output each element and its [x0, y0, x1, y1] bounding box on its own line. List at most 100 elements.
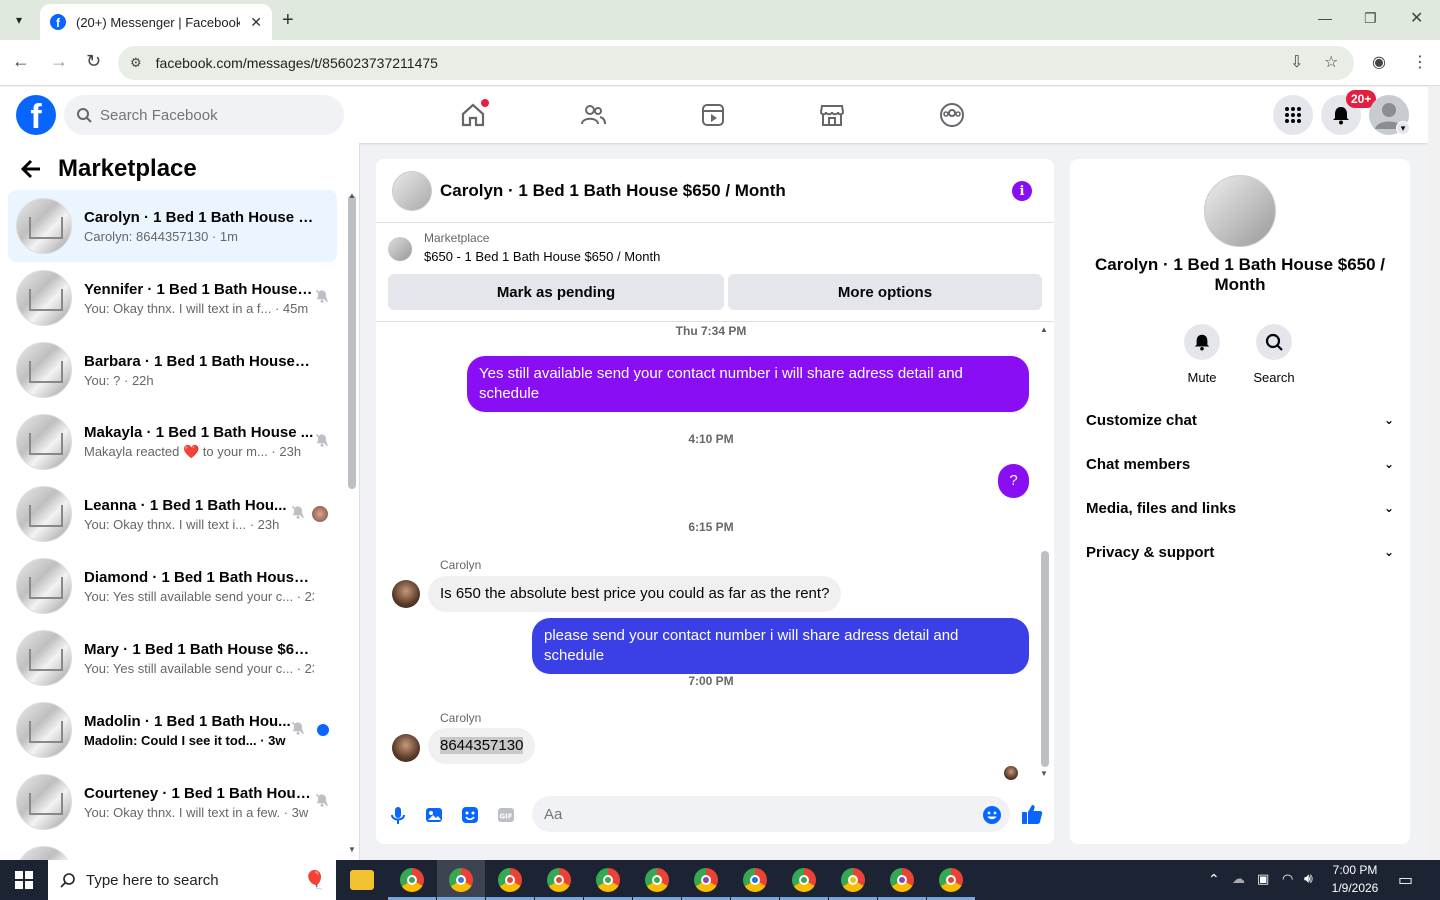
minimize-icon[interactable]: — [1318, 10, 1332, 26]
like-thumbs-up-icon[interactable] [1020, 802, 1044, 826]
conversation-item[interactable]: Courteney · 1 Bed 1 Bath Hous... You: Oka… [8, 766, 337, 838]
file-explorer-icon[interactable] [350, 870, 374, 890]
outgoing-message[interactable]: please send your contact number i will s… [532, 618, 1029, 674]
home-icon[interactable] [453, 99, 493, 131]
sender-avatar[interactable] [392, 734, 420, 762]
browser-tab[interactable]: f (20+) Messenger | Facebook ✕ [40, 4, 272, 40]
install-app-icon[interactable]: ⇩ [1290, 52, 1303, 72]
chat-scroll-up-icon[interactable]: ▲ [1040, 325, 1048, 334]
chrome-menu-icon[interactable]: ⋮ [1412, 52, 1428, 72]
incoming-message[interactable]: 8644357130 [428, 728, 536, 764]
chrome-profile-icon[interactable] [498, 868, 522, 892]
back-icon[interactable]: ← [12, 51, 30, 72]
mute-button[interactable]: Mute [1172, 324, 1232, 385]
facebook-search-input[interactable] [100, 106, 320, 124]
chat-scrollbar[interactable] [1041, 551, 1049, 767]
window-close-icon[interactable]: ✕ [1410, 8, 1423, 28]
gif-icon[interactable]: GIF [496, 805, 516, 825]
sender-avatar[interactable] [392, 580, 420, 608]
incoming-message[interactable]: Is 650 the absolute best price you could… [428, 576, 842, 612]
tray-chevron-up-icon[interactable]: ⌃ [1208, 871, 1220, 888]
mark-as-pending-button[interactable]: Mark as pending [388, 274, 724, 310]
customize-chat-section[interactable]: Customize chat ⌄ [1086, 398, 1394, 442]
reload-icon[interactable]: ↻ [86, 51, 101, 72]
facebook-search[interactable] [64, 95, 344, 135]
video-icon[interactable] [693, 99, 733, 131]
pinned-app-icon[interactable] [449, 868, 473, 892]
conversation-name: Leanna · 1 Bed 1 Bath Hou... [84, 496, 287, 514]
conversation-item[interactable]: Leanna · 1 Bed 1 Bath Hou... You: Okay th… [8, 478, 337, 550]
conversation-item[interactable]: Makayla · 1 Bed 1 Bath House ... Makayla … [8, 406, 337, 478]
chrome-profile-icon[interactable] [694, 868, 718, 892]
emoji-icon[interactable] [982, 805, 1002, 825]
tab-close-icon[interactable]: ✕ [250, 14, 262, 31]
conversation-item[interactable]: Diamond · 1 Bed 1 Bath House $... You: Ye… [8, 550, 337, 622]
bookmark-star-icon[interactable]: ☆ [1324, 52, 1338, 72]
facebook-logo[interactable]: f [16, 95, 56, 135]
conversation-item[interactable]: Mary · 1 Bed 1 Bath House $650 ... You: Y… [8, 622, 337, 694]
chat-avatar[interactable] [392, 170, 432, 211]
forward-icon[interactable]: → [50, 51, 68, 72]
marketplace-icon[interactable] [812, 99, 852, 131]
volume-icon[interactable]: 🔊︎ [1304, 870, 1313, 887]
chrome-profile-icon[interactable] [596, 868, 620, 892]
back-arrow-icon[interactable] [20, 158, 42, 180]
info-icon[interactable]: i [1012, 181, 1032, 201]
privacy-support-section[interactable]: Privacy & support ⌄ [1086, 530, 1394, 574]
groups-icon[interactable] [932, 99, 972, 131]
scroll-down-icon[interactable]: ▼ [348, 845, 356, 854]
conversation-item[interactable]: Carolyn · 1 Bed 1 Bath House $6... Caroly… [8, 190, 337, 262]
outgoing-message[interactable]: Yes still available send your contact nu… [467, 356, 1029, 412]
marketplace-listing[interactable]: Marketplace $650 - 1 Bed 1 Bath House $6… [388, 231, 660, 264]
conversation-item[interactable]: Yennifer · 1 Bed 1 Bath House ... You: Ok… [8, 262, 337, 334]
menu-grid-icon[interactable] [1273, 95, 1313, 135]
chat-title[interactable]: Carolyn · 1 Bed 1 Bath House $650 / Mont… [440, 181, 786, 201]
tab-search-dropdown-icon[interactable]: ▾ [6, 8, 32, 32]
chrome-profile-icon[interactable] [792, 868, 816, 892]
outgoing-message[interactable]: ? [998, 464, 1029, 498]
meet-now-icon[interactable]: ▣ [1257, 871, 1269, 887]
more-options-button[interactable]: More options [728, 274, 1042, 310]
sidebar-scrollbar[interactable] [348, 195, 356, 489]
clock[interactable]: 7:00 PM 1/9/2026 [1330, 863, 1380, 895]
chrome-profile-icon[interactable] [743, 868, 767, 892]
chrome-profile-icon[interactable] [547, 868, 571, 892]
conversation-item[interactable]: Barbara · 1 Bed 1 Bath House $6... You: ?… [8, 334, 337, 406]
chrome-profile-icon[interactable] [890, 868, 914, 892]
account-chevron-down-icon[interactable]: ▾ [1396, 121, 1410, 135]
chat-members-section[interactable]: Chat members ⌄ [1086, 442, 1394, 486]
conversation-item[interactable]: Deena · 1 Bed 1 Bath House $... [8, 838, 337, 860]
new-tab-icon[interactable]: + [282, 9, 294, 32]
chrome-profile-icon[interactable] [400, 868, 424, 892]
conversation-item[interactable]: Madolin · 1 Bed 1 Bath Hou... Madolin: Co… [8, 694, 337, 766]
wifi-icon[interactable]: ◠ [1282, 871, 1293, 887]
chrome-profile-icon[interactable] [841, 868, 865, 892]
muted-bell-icon [314, 432, 330, 448]
media-files-links-section[interactable]: Media, files and links ⌄ [1086, 486, 1394, 530]
page-scrollbar[interactable] [1428, 87, 1440, 860]
conversation-avatar[interactable] [1204, 175, 1276, 247]
chrome-profile-icon[interactable] [939, 868, 963, 892]
restore-icon[interactable]: ❐ [1364, 10, 1377, 27]
message-input[interactable] [532, 796, 1010, 832]
action-center-icon[interactable]: ▭ [1398, 870, 1413, 890]
photo-icon[interactable] [424, 805, 444, 825]
listing-thumbnail [16, 846, 72, 860]
omnibox[interactable]: ⚙ facebook.com/messages/t/85602373721147… [118, 46, 1354, 80]
chrome-profile-icon[interactable] [645, 868, 669, 892]
listing-thumbnail [16, 558, 72, 614]
profile-icon[interactable]: ◉ [1372, 52, 1386, 72]
taskbar-search[interactable]: Type here to search 🎈 [48, 860, 336, 900]
balloons-icon: 🎈 [303, 869, 326, 890]
friends-icon[interactable] [573, 99, 613, 131]
sticker-icon[interactable] [460, 805, 480, 825]
chat-scroll-down-icon[interactable]: ▼ [1040, 769, 1048, 778]
scroll-up-icon[interactable]: ▲ [348, 191, 356, 200]
phone-number-text[interactable]: 8644357130 [440, 737, 524, 754]
site-info-icon[interactable]: ⚙ [130, 55, 142, 71]
windows-start-icon[interactable] [15, 871, 33, 889]
conversation-sidebar: Marketplace Carolyn · 1 Bed 1 Bath House… [0, 143, 360, 860]
microphone-icon[interactable] [388, 805, 408, 825]
search-in-conversation-button[interactable]: Search [1244, 324, 1304, 385]
onedrive-icon[interactable]: ☁ [1232, 871, 1245, 887]
